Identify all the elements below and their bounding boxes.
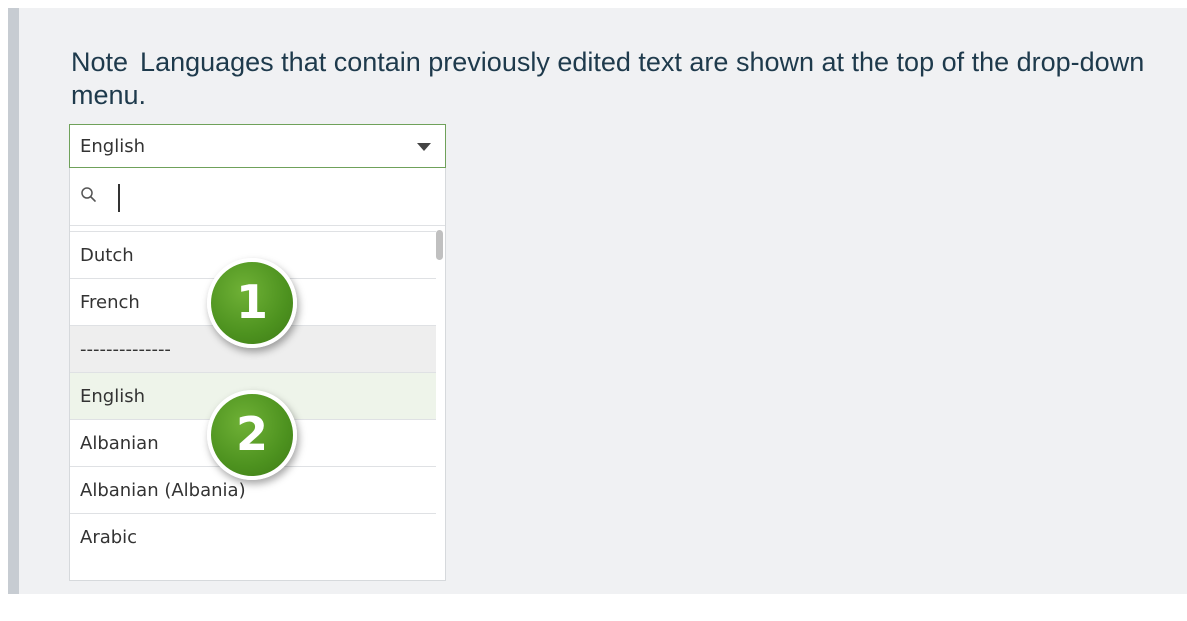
- text-cursor: [118, 184, 120, 212]
- note-text-block: Note Languages that contain previously ed…: [71, 46, 1151, 112]
- note-panel: Note Languages that contain previously ed…: [8, 8, 1187, 594]
- list-item-arabic[interactable]: Arabic: [70, 514, 436, 561]
- chevron-down-icon[interactable]: [417, 143, 431, 151]
- search-row: [70, 168, 445, 226]
- list-item-label: Dutch: [80, 245, 134, 266]
- language-menu: Dutch French -------------- English Alba…: [69, 168, 446, 581]
- scrollbar-thumb[interactable]: [436, 230, 443, 260]
- language-select[interactable]: English: [69, 124, 446, 168]
- list-item-label: French: [80, 292, 140, 313]
- selected-language: English: [80, 136, 145, 157]
- list-item-label: Albanian: [80, 433, 159, 454]
- search-icon: [81, 187, 96, 202]
- callout-badge-2: 2: [207, 390, 297, 480]
- note-label: Note: [71, 47, 129, 77]
- list-item-label: Albanian (Albania): [80, 480, 246, 501]
- note-body: Languages that contain previously edited…: [71, 47, 1145, 110]
- list-item-label: English: [80, 386, 145, 407]
- list-item-label: Arabic: [80, 527, 138, 548]
- callout-badge-1: 1: [207, 258, 297, 348]
- search-input[interactable]: [106, 180, 406, 212]
- separator-label: --------------: [80, 339, 171, 360]
